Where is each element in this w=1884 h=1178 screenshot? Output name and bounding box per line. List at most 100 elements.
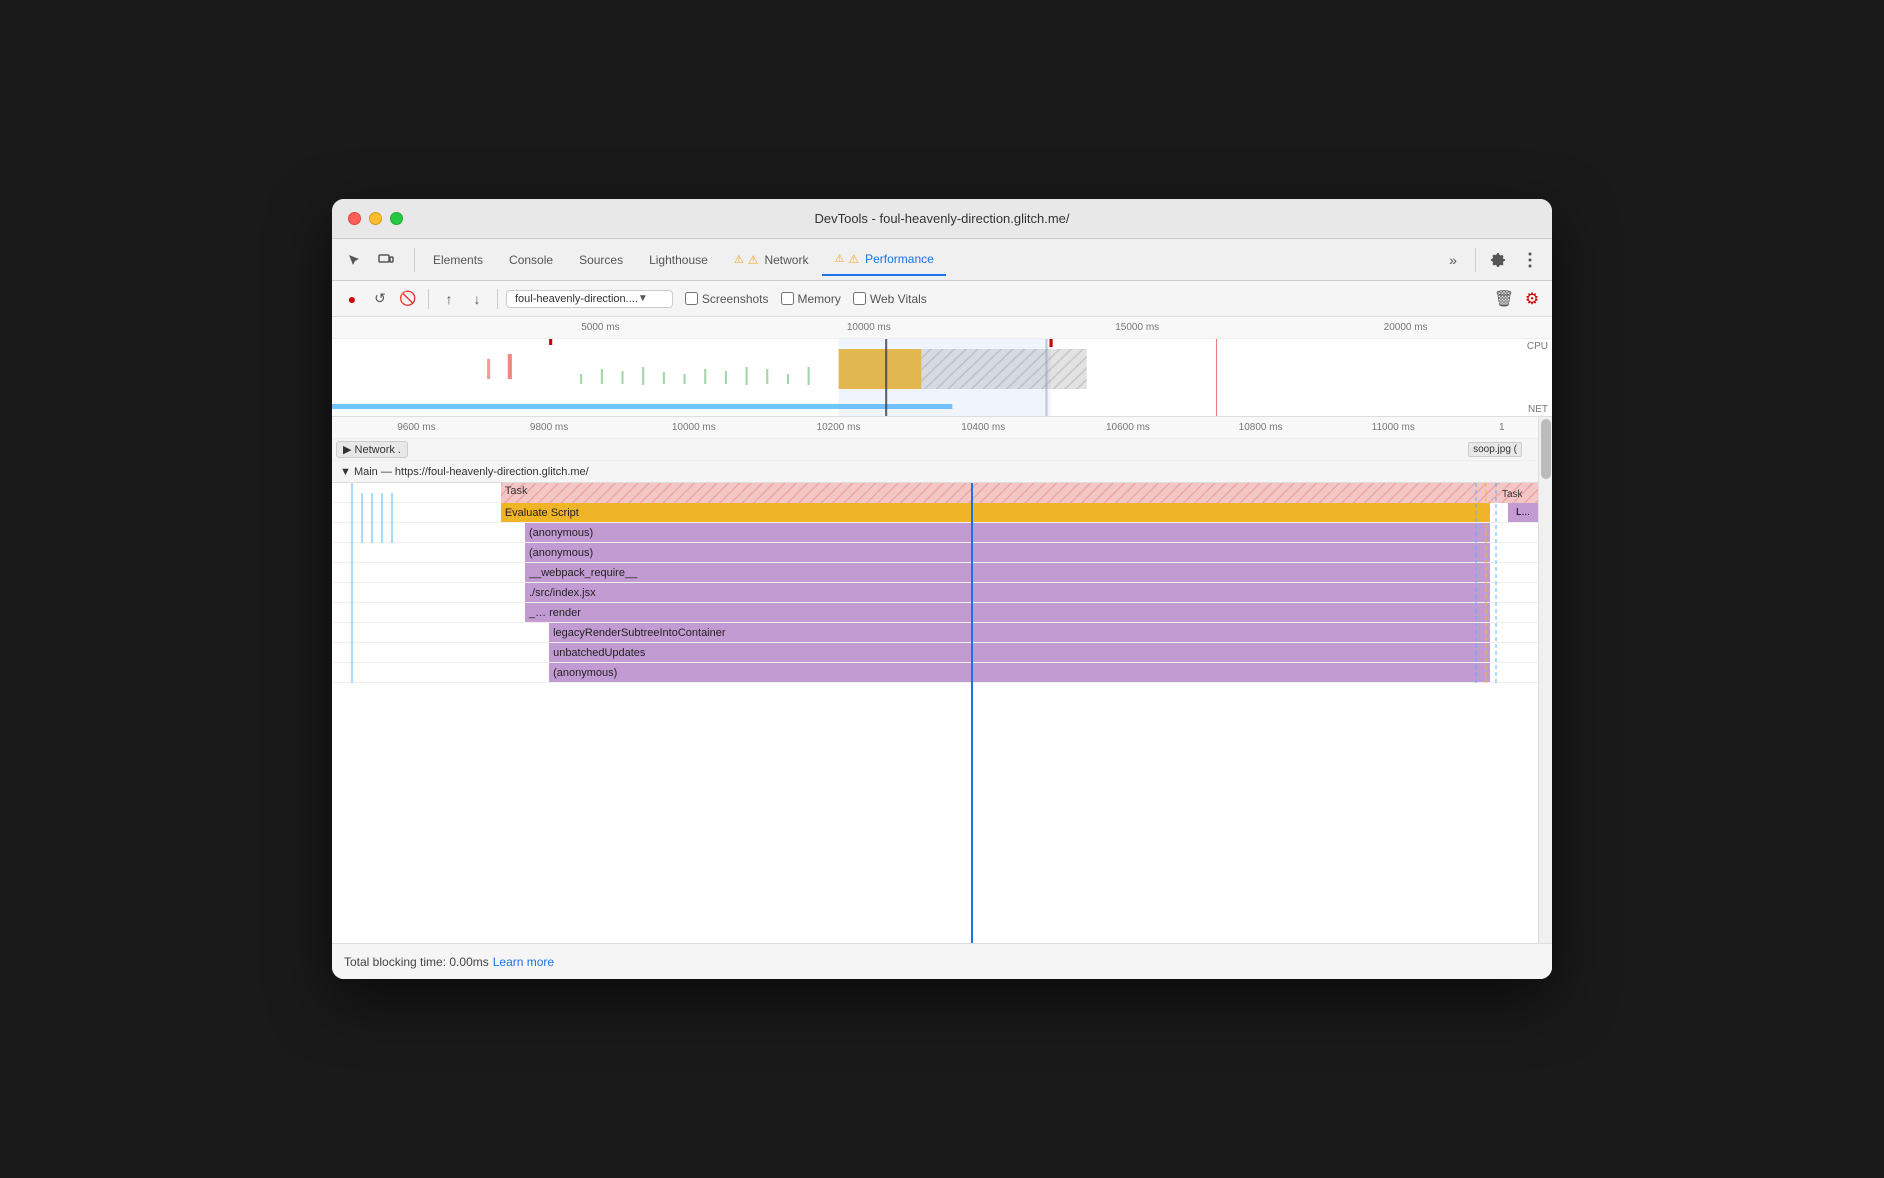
ruler-mark-5000: 5000 ms: [581, 322, 619, 333]
toolbar-divider-1: [428, 289, 429, 309]
flame-mark-1: 1: [1499, 422, 1505, 433]
cursor-icon[interactable]: [340, 246, 368, 274]
ruler-mark-15000: 15000 ms: [1115, 322, 1159, 333]
blocking-time-text: Total blocking time: 0.00ms: [344, 955, 489, 969]
nav-divider-2: [1475, 248, 1476, 272]
download-button[interactable]: ↓: [465, 287, 489, 311]
web-vitals-checkbox-group: Web Vitals: [853, 292, 927, 306]
timeline-canvas[interactable]: CPU NET: [332, 339, 1552, 417]
net-label: NET: [1528, 404, 1548, 415]
table-row[interactable]: ./src/index.jsx: [332, 583, 1538, 603]
ruler-mark-10000: 10000 ms: [847, 322, 891, 333]
timeline-ruler: 5000 ms 10000 ms 15000 ms 20000 ms: [332, 317, 1552, 339]
clear-button[interactable]: 🚫: [396, 287, 420, 311]
timeline-overview[interactable]: 5000 ms 10000 ms 15000 ms 20000 ms CPU N…: [332, 317, 1552, 417]
table-row[interactable]: __webpack_require__: [332, 563, 1538, 583]
flame-rows: Task Task Evaluate S: [332, 483, 1538, 943]
unbatched-updates-label: unbatchedUpdates: [549, 647, 645, 659]
render-label: _… render: [525, 607, 581, 619]
fullscreen-button[interactable]: [390, 212, 403, 225]
nav-right: »: [1439, 246, 1544, 274]
nav-divider-1: [414, 248, 415, 272]
screenshots-label[interactable]: Screenshots: [702, 292, 769, 306]
screenshots-checkbox[interactable]: [685, 292, 698, 305]
flame-mark-9600: 9600 ms: [397, 422, 435, 433]
more-tabs-icon[interactable]: »: [1439, 246, 1467, 274]
network-pill[interactable]: ▶ Network .: [336, 441, 408, 458]
legacy-render-label: legacyRenderSubtreeIntoContainer: [549, 627, 725, 639]
window-title: DevTools - foul-heavenly-direction.glitc…: [814, 211, 1069, 226]
reload-record-button[interactable]: ↺: [368, 287, 392, 311]
src-index-jsx-label: ./src/index.jsx: [525, 587, 596, 599]
tab-performance[interactable]: ⚠ Performance: [822, 244, 945, 276]
evaluate-script-label: Evaluate Script: [501, 507, 579, 519]
webpack-require-label: __webpack_require__: [525, 567, 637, 579]
tab-lighthouse[interactable]: Lighthouse: [637, 244, 720, 276]
scrollbar-track[interactable]: [1538, 417, 1552, 943]
task-right-pattern: Task: [1498, 483, 1538, 503]
svg-text:Task: Task: [1502, 489, 1524, 500]
record-button[interactable]: ●: [340, 287, 364, 311]
network-flame-row: ▶ Network . soop.jpg (: [332, 439, 1538, 461]
task-pattern: [501, 483, 1538, 503]
settings-icon[interactable]: [1484, 246, 1512, 274]
tab-network[interactable]: ⚠ Network: [722, 244, 821, 276]
scrollbar-thumb[interactable]: [1541, 419, 1551, 479]
anonymous-1-label: (anonymous): [525, 527, 593, 539]
tab-sources[interactable]: Sources: [567, 244, 635, 276]
nav-tools: [340, 246, 400, 274]
scrub-line: [971, 483, 973, 943]
table-row[interactable]: Task Task: [332, 483, 1538, 503]
table-row[interactable]: Evaluate Script L...: [332, 503, 1538, 523]
devtools-window: DevTools - foul-heavenly-direction.glitc…: [332, 199, 1552, 979]
learn-more-link[interactable]: Learn more: [493, 955, 554, 969]
nav-bar: Elements Console Sources Lighthouse ⚠ Ne…: [332, 239, 1552, 281]
main-section-header: ▼ Main — https://foul-heavenly-direction…: [332, 461, 1538, 483]
table-row[interactable]: legacyRenderSubtreeIntoContainer: [332, 623, 1538, 643]
chevron-down-icon: ▼: [638, 293, 648, 304]
web-vitals-checkbox[interactable]: [853, 292, 866, 305]
devtools-body: Elements Console Sources Lighthouse ⚠ Ne…: [332, 239, 1552, 979]
title-bar: DevTools - foul-heavenly-direction.glitc…: [332, 199, 1552, 239]
performance-toolbar: ● ↺ 🚫 ↑ ↓ foul-heavenly-direction.... ▼ …: [332, 281, 1552, 317]
table-row[interactable]: (anonymous): [332, 663, 1538, 683]
flame-mark-10200: 10200 ms: [817, 422, 861, 433]
flame-mark-10800: 10800 ms: [1239, 422, 1283, 433]
minimize-button[interactable]: [369, 212, 382, 225]
flame-mark-11000: 11000 ms: [1372, 422, 1415, 433]
flame-mark-10400: 10400 ms: [961, 422, 1005, 433]
anonymous-3-label: (anonymous): [549, 667, 617, 679]
flame-mark-9800: 9800 ms: [530, 422, 568, 433]
flame-chart-area: 9600 ms 9800 ms 10000 ms 10200 ms 10400 …: [332, 417, 1552, 943]
flame-ruler: 9600 ms 9800 ms 10000 ms 10200 ms 10400 …: [332, 417, 1538, 439]
table-row[interactable]: (anonymous): [332, 543, 1538, 563]
device-icon[interactable]: [372, 246, 400, 274]
settings-cog-button[interactable]: ⚙: [1520, 287, 1544, 311]
menu-icon[interactable]: [1516, 246, 1544, 274]
flame-mark-10000: 10000 ms: [672, 422, 716, 433]
task-label-bar: Task: [505, 485, 528, 497]
anonymous-2-label: (anonymous): [525, 547, 593, 559]
tab-elements[interactable]: Elements: [421, 244, 495, 276]
soop-jpg-pill: soop.jpg (: [1468, 442, 1522, 457]
upload-button[interactable]: ↑: [437, 287, 461, 311]
url-selector[interactable]: foul-heavenly-direction.... ▼: [506, 290, 673, 308]
bottom-bar: Total blocking time: 0.00ms Learn more: [332, 943, 1552, 979]
table-row[interactable]: unbatchedUpdates: [332, 643, 1538, 663]
table-row[interactable]: (anonymous): [332, 523, 1538, 543]
screenshots-checkbox-group: Screenshots: [685, 292, 769, 306]
cpu-label: CPU: [1527, 341, 1548, 352]
memory-label[interactable]: Memory: [798, 292, 841, 306]
traffic-lights: [348, 212, 403, 225]
tab-console[interactable]: Console: [497, 244, 565, 276]
flame-mark-10600: 10600 ms: [1106, 422, 1150, 433]
toolbar-divider-2: [497, 289, 498, 309]
delete-button[interactable]: 🗑: [1492, 287, 1516, 311]
timeline-svg: [332, 339, 1552, 417]
ruler-mark-20000: 20000 ms: [1384, 322, 1428, 333]
memory-checkbox[interactable]: [781, 292, 794, 305]
web-vitals-label[interactable]: Web Vitals: [870, 292, 927, 306]
close-button[interactable]: [348, 212, 361, 225]
memory-checkbox-group: Memory: [781, 292, 841, 306]
table-row[interactable]: _… render: [332, 603, 1538, 623]
